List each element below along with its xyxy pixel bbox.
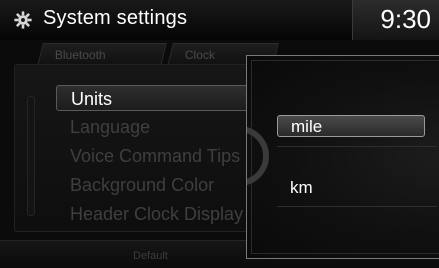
menu-item-units[interactable]: Units — [56, 85, 256, 111]
system-settings-screen: System settings 9:30 Bluetooth Clock Uni… — [0, 0, 439, 268]
page-title: System settings — [43, 7, 188, 29]
header-clock: 9:30 — [380, 4, 431, 34]
header-bar: System settings 9:30 — [0, 0, 439, 40]
default-button[interactable]: Default — [133, 250, 168, 262]
option-km[interactable]: km — [277, 177, 425, 199]
scrollbar[interactable] — [27, 96, 35, 216]
menu-item-header-clock-display[interactable]: Header Clock Display — [56, 201, 256, 227]
menu-item-background-color[interactable]: Background Color — [56, 172, 256, 198]
tab-clock-label: Clock — [184, 48, 215, 62]
tab-bluetooth[interactable]: Bluetooth — [37, 43, 167, 66]
option-divider — [277, 146, 437, 147]
units-popup: mile km — [246, 55, 439, 259]
option-mile[interactable]: mile — [277, 115, 425, 137]
menu-item-voice-command-tips[interactable]: Voice Command Tips — [56, 143, 256, 169]
gear-icon — [14, 11, 32, 29]
menu-item-language[interactable]: Language — [56, 114, 256, 140]
popup-frame — [251, 60, 439, 254]
option-divider — [277, 206, 437, 207]
tab-bluetooth-label: Bluetooth — [54, 48, 106, 62]
